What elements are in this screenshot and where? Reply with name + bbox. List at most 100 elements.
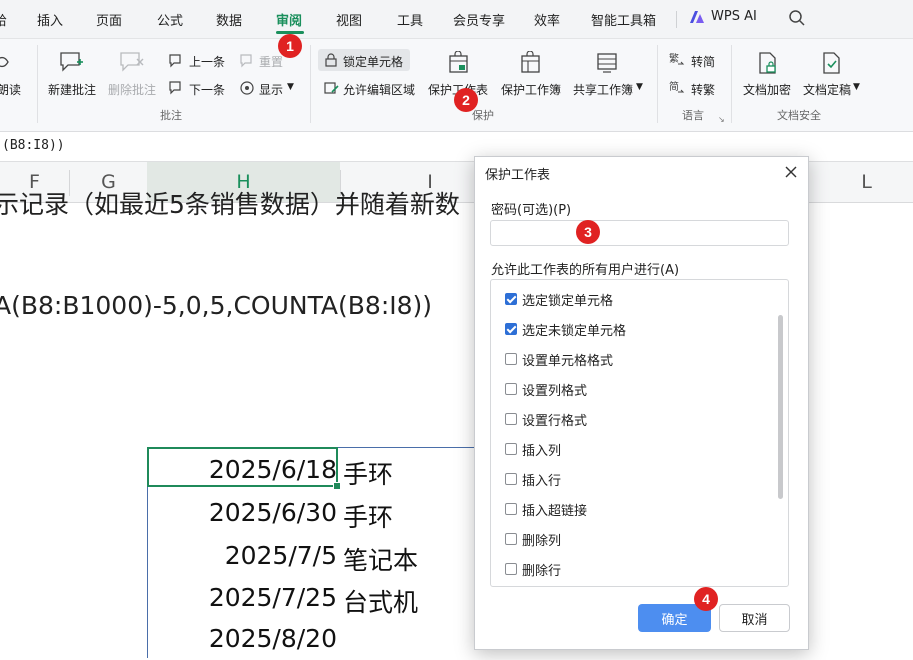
permission-item[interactable]: 设置列格式 bbox=[505, 379, 587, 399]
menu-item-insert[interactable]: 插入 bbox=[37, 10, 63, 29]
permission-item[interactable]: 插入行 bbox=[505, 469, 561, 489]
group-separator bbox=[657, 45, 658, 123]
cell-date[interactable]: 2025/7/5 bbox=[225, 541, 337, 570]
svg-text:繁: 繁 bbox=[669, 52, 679, 65]
menu-item-formula[interactable]: 公式 bbox=[157, 10, 183, 29]
permission-label: 选定未锁定单元格 bbox=[522, 323, 627, 339]
to-simplified-icon[interactable]: 繁 bbox=[669, 52, 685, 68]
cell-item[interactable]: 手环 bbox=[343, 455, 393, 491]
read-aloud-label[interactable]: 朗读 bbox=[0, 81, 21, 98]
cell-text-formula[interactable]: A(B8:B1000)-5,0,5,COUNTA(B8:I8)) bbox=[0, 291, 432, 320]
menu-item-partial[interactable]: 给 bbox=[0, 10, 7, 29]
checkbox[interactable] bbox=[505, 473, 517, 485]
next-comment-icon[interactable] bbox=[168, 80, 184, 96]
cell-date[interactable]: 2025/8/20 bbox=[209, 624, 337, 653]
table-row[interactable]: 2025/8/20 bbox=[147, 618, 487, 660]
show-comments-button[interactable]: 显示 bbox=[259, 81, 283, 98]
password-input[interactable] bbox=[490, 220, 789, 246]
show-comments-icon[interactable] bbox=[239, 80, 255, 96]
next-comment-button[interactable]: 下一条 bbox=[189, 81, 225, 98]
allow-edit-range-button[interactable]: 允许编辑区域 bbox=[343, 81, 415, 98]
share-dropdown-icon[interactable]: ▼ bbox=[636, 82, 643, 92]
search-icon[interactable] bbox=[788, 9, 806, 27]
step-badge-3: 3 bbox=[576, 220, 600, 244]
permission-label: 删除列 bbox=[522, 533, 562, 549]
cancel-button[interactable]: 取消 bbox=[719, 604, 790, 632]
menu-item-member[interactable]: 会员专享 bbox=[453, 10, 505, 29]
permission-item[interactable]: 删除行 bbox=[505, 559, 561, 579]
permission-item[interactable]: 选定未锁定单元格 bbox=[505, 319, 626, 339]
new-comment-button[interactable]: 新建批注 bbox=[48, 81, 96, 98]
permissions-scrollbar[interactable] bbox=[778, 315, 783, 499]
prev-comment-icon[interactable] bbox=[168, 53, 184, 69]
permission-item[interactable]: 设置单元格格式 bbox=[505, 349, 613, 369]
menu-item-view[interactable]: 视图 bbox=[336, 10, 362, 29]
checkbox[interactable] bbox=[505, 413, 517, 425]
prev-comment-button[interactable]: 上一条 bbox=[189, 53, 225, 70]
language-expand-icon[interactable]: ↘ bbox=[718, 115, 725, 124]
menu-item-page[interactable]: 页面 bbox=[96, 10, 122, 29]
checkbox[interactable] bbox=[505, 323, 517, 335]
checkbox[interactable] bbox=[505, 503, 517, 515]
menu-item-smart-toolbox[interactable]: 智能工具箱 bbox=[591, 10, 656, 29]
menu-bar: 给 插入 页面 公式 数据 审阅 视图 工具 会员专享 效率 智能工具箱 WPS… bbox=[0, 0, 913, 39]
group-separator bbox=[731, 45, 732, 123]
cell-item[interactable]: 台式机 bbox=[343, 583, 418, 619]
column-header-l[interactable]: L bbox=[820, 162, 913, 202]
permission-item[interactable]: 选定锁定单元格 bbox=[505, 289, 613, 309]
permission-item[interactable]: 插入超链接 bbox=[505, 499, 587, 519]
wps-ai-button[interactable]: WPS AI bbox=[689, 9, 757, 24]
cell-item[interactable]: 手环 bbox=[343, 498, 393, 534]
permissions-list[interactable]: 选定锁定单元格 选定未锁定单元格 设置单元格格式 设置列格式 设置行格式 插入列… bbox=[490, 279, 789, 587]
to-traditional-icon[interactable]: 简 bbox=[669, 80, 685, 96]
lock-cell-button[interactable]: 锁定单元格 bbox=[343, 53, 403, 70]
checkbox[interactable] bbox=[505, 443, 517, 455]
doc-finalize-button[interactable]: 文档定稿 bbox=[803, 81, 851, 98]
share-workbook-button[interactable]: 共享工作簿 bbox=[573, 81, 633, 98]
read-aloud-icon[interactable] bbox=[0, 53, 14, 71]
close-icon[interactable] bbox=[783, 164, 799, 180]
show-dropdown-icon[interactable]: ▼ bbox=[287, 82, 294, 92]
menu-item-tools[interactable]: 工具 bbox=[397, 10, 423, 29]
cell-date[interactable]: 2025/6/30 bbox=[209, 498, 337, 527]
share-workbook-icon[interactable] bbox=[595, 51, 619, 75]
group-label-language: 语言 bbox=[682, 109, 704, 122]
checkbox[interactable] bbox=[505, 383, 517, 395]
new-comment-icon[interactable] bbox=[59, 51, 85, 73]
menu-item-efficiency[interactable]: 效率 bbox=[534, 10, 560, 29]
permission-label: 删除行 bbox=[522, 563, 562, 579]
protect-sheet-dialog: 保护工作表 密码(可选)(P) 允许此工作表的所有用户进行(A) 选定锁定单元格… bbox=[474, 156, 809, 650]
table-row[interactable]: 2025/6/30 手环 bbox=[147, 492, 487, 534]
cell-item[interactable]: 笔记本 bbox=[343, 541, 418, 577]
fill-handle[interactable] bbox=[333, 482, 341, 490]
table-row[interactable]: 2025/7/5 笔记本 bbox=[147, 535, 487, 577]
formula-text[interactable]: (B8:I8)) bbox=[2, 138, 65, 153]
allow-edit-range-icon[interactable] bbox=[323, 80, 339, 96]
group-label-protect: 保护 bbox=[472, 109, 494, 122]
doc-encrypt-icon[interactable] bbox=[757, 51, 779, 75]
step-badge-1: 1 bbox=[278, 34, 302, 58]
to-traditional-button[interactable]: 转繁 bbox=[691, 81, 715, 98]
checkbox[interactable] bbox=[505, 293, 517, 305]
menu-item-data[interactable]: 数据 bbox=[216, 10, 242, 29]
table-row[interactable]: 2025/7/25 台式机 bbox=[147, 577, 487, 619]
cell-text-line1[interactable]: 示记录（如最近5条销售数据）并随着新数 bbox=[0, 185, 460, 221]
cell-date[interactable]: 2025/7/25 bbox=[209, 583, 337, 612]
to-simplified-button[interactable]: 转简 bbox=[691, 53, 715, 70]
step-badge-4: 4 bbox=[694, 587, 718, 611]
checkbox[interactable] bbox=[505, 353, 517, 365]
doc-finalize-dropdown-icon[interactable]: ▼ bbox=[853, 82, 860, 92]
doc-encrypt-button[interactable]: 文档加密 bbox=[743, 81, 791, 98]
permission-item[interactable]: 插入列 bbox=[505, 439, 561, 459]
checkbox[interactable] bbox=[505, 563, 517, 575]
protect-workbook-button[interactable]: 保护工作簿 bbox=[501, 81, 561, 98]
checkbox[interactable] bbox=[505, 533, 517, 545]
menu-item-review[interactable]: 审阅 bbox=[276, 10, 302, 29]
doc-finalize-icon[interactable] bbox=[821, 51, 843, 75]
step-badge-2: 2 bbox=[454, 88, 478, 112]
protect-sheet-icon[interactable] bbox=[447, 51, 471, 75]
lock-cell-icon[interactable] bbox=[323, 52, 339, 68]
permission-item[interactable]: 设置行格式 bbox=[505, 409, 587, 429]
protect-workbook-icon[interactable] bbox=[519, 51, 543, 75]
permission-item[interactable]: 删除列 bbox=[505, 529, 561, 549]
